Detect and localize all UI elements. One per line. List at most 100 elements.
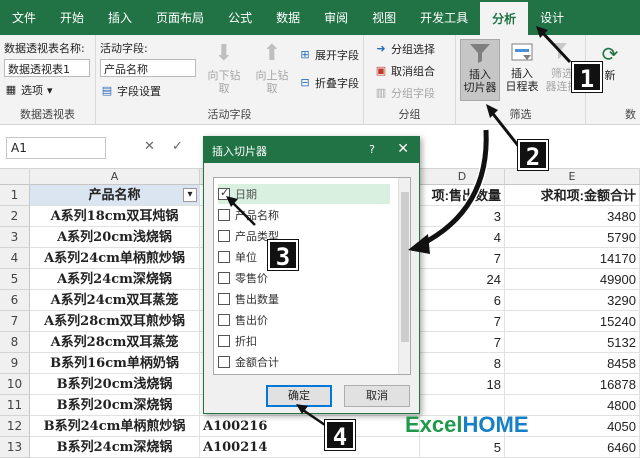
checkbox-icon[interactable] <box>218 186 230 200</box>
cancel-button[interactable]: 取消 <box>344 385 410 407</box>
name-box[interactable]: A1 <box>6 137 106 159</box>
ok-button[interactable]: 确定 <box>266 385 332 407</box>
tab-1[interactable]: 开始 <box>48 0 96 35</box>
table-cell-amount[interactable]: 6460 <box>505 437 640 458</box>
slicer-field-item[interactable]: 单位 <box>218 247 390 267</box>
column-header-a[interactable]: A <box>30 169 200 185</box>
table-cell-amount[interactable]: 3290 <box>505 290 640 311</box>
tab-6[interactable]: 审阅 <box>312 0 360 35</box>
group-selection-button[interactable]: ➜ 分组选择 <box>374 41 435 57</box>
table-cell-amount[interactable]: 5132 <box>505 332 640 353</box>
table-cell-quantity[interactable]: 7 <box>420 248 505 269</box>
help-icon[interactable]: ? <box>369 143 375 156</box>
slicer-field-item[interactable]: 售出数量 <box>218 289 390 309</box>
table-cell-quantity[interactable]: 5 <box>420 437 505 458</box>
table-cell-product[interactable]: A系列28cm双耳蒸笼 <box>30 332 200 353</box>
pivot-options-button[interactable]: ▦ 选项 ▾ <box>4 82 53 98</box>
checkbox-icon[interactable] <box>218 251 230 263</box>
row-header[interactable]: 6 <box>0 290 30 311</box>
table-cell-amount[interactable]: 求和项:金额合计 <box>505 185 640 206</box>
tab-10[interactable]: 设计 <box>528 0 576 35</box>
table-cell-product[interactable]: B系列24cm深烧锅 <box>30 437 200 458</box>
tab-0[interactable]: 文件 <box>0 0 48 35</box>
table-cell-quantity[interactable]: 7 <box>420 332 505 353</box>
row-header[interactable]: 13 <box>0 437 30 458</box>
column-header-d[interactable]: D <box>420 169 505 185</box>
drill-down-button[interactable]: ⬇ 向下钻取 <box>204 41 244 95</box>
row-header[interactable]: 8 <box>0 332 30 353</box>
table-cell-amount[interactable]: 49900 <box>505 269 640 290</box>
slicer-field-item[interactable]: 金额合计 <box>218 352 390 372</box>
table-cell-product[interactable]: A系列24cm单柄煎炒锅 <box>30 248 200 269</box>
tab-3[interactable]: 页面布局 <box>144 0 216 35</box>
drill-up-button[interactable]: ⬆ 向上钻 取 <box>252 41 292 95</box>
scrollbar-thumb[interactable] <box>401 192 409 342</box>
row-header[interactable]: 4 <box>0 248 30 269</box>
ungroup-button[interactable]: ▣ 取消组合 <box>374 63 435 79</box>
field-settings-button[interactable]: ▤ 字段设置 <box>100 83 161 99</box>
group-field-button[interactable]: ▥ 分组字段 <box>374 85 435 101</box>
table-cell-code[interactable]: A100216 <box>200 416 420 437</box>
expand-field-button[interactable]: ⊞ 展开字段 <box>298 47 359 63</box>
table-cell-quantity[interactable]: 18 <box>420 374 505 395</box>
select-all-corner[interactable] <box>0 169 30 185</box>
tab-7[interactable]: 视图 <box>360 0 408 35</box>
table-cell-quantity[interactable]: 3 <box>420 206 505 227</box>
collapse-field-button[interactable]: ⊟ 折叠字段 <box>298 75 359 91</box>
slicer-field-item[interactable]: 折扣 <box>218 331 390 351</box>
table-cell-quantity[interactable]: 7 <box>420 311 505 332</box>
close-icon[interactable]: ✕ <box>397 141 409 157</box>
row-header[interactable]: 12 <box>0 416 30 437</box>
slicer-field-item[interactable]: 零售价 <box>218 268 390 288</box>
row-header[interactable]: 10 <box>0 374 30 395</box>
table-cell-product[interactable]: B系列20cm浅烧锅 <box>30 374 200 395</box>
active-field-input[interactable]: 产品名称 <box>100 59 196 77</box>
row-header[interactable]: 5 <box>0 269 30 290</box>
row-header[interactable]: 7 <box>0 311 30 332</box>
table-cell-product[interactable]: A系列24cm双耳蒸笼 <box>30 290 200 311</box>
insert-slicer-button[interactable]: 插入 切片器 <box>460 39 500 101</box>
tab-4[interactable]: 公式 <box>216 0 264 35</box>
confirm-icon[interactable]: ✓ <box>172 139 183 154</box>
table-cell-quantity[interactable]: 4 <box>420 227 505 248</box>
table-cell-quantity[interactable]: 24 <box>420 269 505 290</box>
table-cell-product[interactable]: A系列18cm双耳炖锅 <box>30 206 200 227</box>
table-cell-quantity[interactable]: 6 <box>420 290 505 311</box>
tab-9[interactable]: 分析 <box>480 2 529 35</box>
table-cell-product[interactable]: B系列16cm单柄奶锅 <box>30 353 200 374</box>
checkbox-icon[interactable] <box>218 209 230 221</box>
checkbox-icon[interactable] <box>218 230 230 242</box>
checkbox-icon[interactable] <box>218 335 230 347</box>
row-header[interactable]: 11 <box>0 395 30 416</box>
tab-2[interactable]: 插入 <box>96 0 144 35</box>
table-cell-product[interactable]: B系列20cm深烧锅 <box>30 395 200 416</box>
table-cell-product[interactable]: 产品名称 ▾ <box>30 185 200 206</box>
checkbox-icon[interactable] <box>218 356 230 368</box>
table-cell-amount[interactable]: 15240 <box>505 311 640 332</box>
filter-dropdown-icon[interactable]: ▾ <box>183 188 197 202</box>
table-cell-quantity[interactable]: 项:售出数量 <box>420 185 505 206</box>
table-cell-amount[interactable]: 14170 <box>505 248 640 269</box>
table-cell-product[interactable]: B系列24cm单柄煎炒锅 <box>30 416 200 437</box>
row-header[interactable]: 1 <box>0 185 30 206</box>
slicer-field-item[interactable]: 售出价 <box>218 310 390 330</box>
table-cell-code[interactable]: A100214 <box>200 437 420 458</box>
slicer-field-item[interactable]: 日期 <box>218 184 390 204</box>
checkbox-icon[interactable] <box>218 314 230 326</box>
cancel-icon[interactable]: ✕ <box>144 139 155 154</box>
pivot-name-input[interactable]: 数据透视表1 <box>4 59 90 77</box>
slicer-field-item[interactable]: 产品名称 <box>218 205 390 225</box>
tab-8[interactable]: 开发工具 <box>408 0 480 35</box>
table-cell-product[interactable]: A系列20cm浅烧锅 <box>30 227 200 248</box>
table-cell-quantity[interactable]: 8 <box>420 353 505 374</box>
insert-timeline-button[interactable]: 插入 日程表 <box>502 39 542 93</box>
table-cell-amount[interactable]: 8458 <box>505 353 640 374</box>
tab-5[interactable]: 数据 <box>264 0 312 35</box>
checkbox-icon[interactable] <box>218 293 230 305</box>
list-scrollbar[interactable] <box>398 178 410 374</box>
row-header[interactable]: 2 <box>0 206 30 227</box>
slicer-field-item[interactable]: 产品类型 <box>218 226 390 246</box>
checkbox-icon[interactable] <box>218 272 230 284</box>
table-cell-product[interactable]: A系列24cm深烧锅 <box>30 269 200 290</box>
table-cell-product[interactable]: A系列28cm双耳煎炒锅 <box>30 311 200 332</box>
